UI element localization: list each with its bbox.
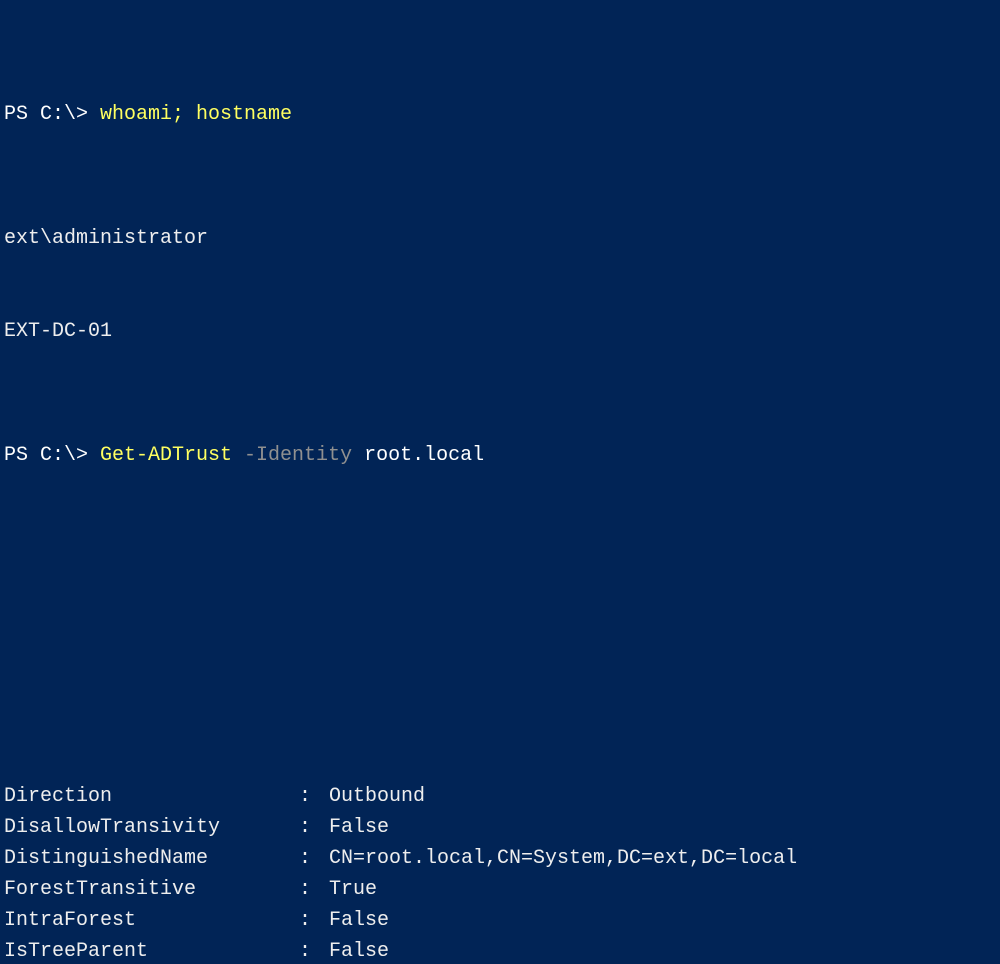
property-value: CN=root.local,CN=System,DC=ext,DC=local (329, 843, 996, 874)
property-key: DisallowTransivity (4, 812, 299, 843)
property-value: Outbound (329, 781, 996, 812)
property-separator: : (299, 781, 329, 812)
command-1: whoami; hostname (100, 103, 292, 126)
command-line-2: PS C:\> Get-ADTrust -Identity root.local (4, 440, 996, 471)
command-line-1: PS C:\> whoami; hostname (4, 99, 996, 130)
output-whoami: ext\administrator (4, 223, 996, 254)
property-row: ForestTransitive: True (4, 874, 996, 905)
property-key: IntraForest (4, 905, 299, 936)
blank-line (4, 657, 996, 688)
param-identity: -Identity (232, 444, 352, 467)
arg-root-local: root.local (352, 444, 484, 467)
property-separator: : (299, 843, 329, 874)
property-value: False (329, 936, 996, 964)
property-key: IsTreeParent (4, 936, 299, 964)
blank-line (4, 564, 996, 595)
property-row: IntraForest: False (4, 905, 996, 936)
adtrust-output: Direction: OutboundDisallowTransivity: F… (4, 781, 996, 964)
output-hostname: EXT-DC-01 (4, 316, 996, 347)
property-value: True (329, 874, 996, 905)
property-row: IsTreeParent: False (4, 936, 996, 964)
property-separator: : (299, 874, 329, 905)
property-key: Direction (4, 781, 299, 812)
prompt-1: PS C:\> (4, 103, 100, 126)
property-key: DistinguishedName (4, 843, 299, 874)
property-value: False (329, 905, 996, 936)
property-row: Direction: Outbound (4, 781, 996, 812)
property-key: ForestTransitive (4, 874, 299, 905)
property-row: DistinguishedName: CN=root.local,CN=Syst… (4, 843, 996, 874)
property-value: False (329, 812, 996, 843)
powershell-terminal[interactable]: PS C:\> whoami; hostname ext\administrat… (0, 0, 1000, 964)
property-row: DisallowTransivity: False (4, 812, 996, 843)
cmdlet-get-adtrust: Get-ADTrust (100, 444, 232, 467)
property-separator: : (299, 905, 329, 936)
property-separator: : (299, 936, 329, 964)
prompt-2: PS C:\> (4, 444, 100, 467)
property-separator: : (299, 812, 329, 843)
